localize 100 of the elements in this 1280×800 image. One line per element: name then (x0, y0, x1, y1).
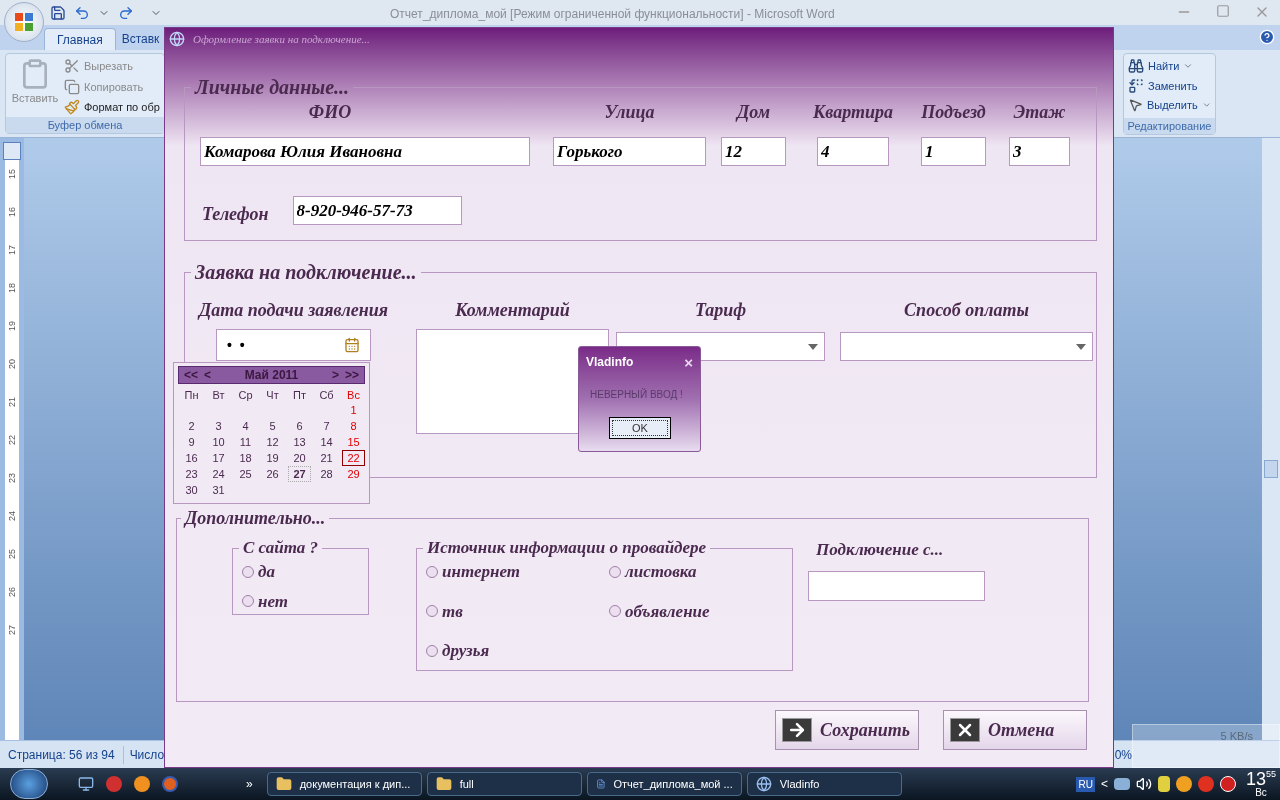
phone-field[interactable]: 8-920-946-57-73 (292, 196, 462, 225)
text-field[interactable]: 4 (817, 137, 889, 166)
scroll-thumb[interactable] (1264, 460, 1278, 478)
calendar-day[interactable]: 1 (342, 402, 365, 418)
calendar-day[interactable]: 11 (234, 434, 257, 450)
payment-dropdown[interactable] (840, 332, 1093, 361)
show-hidden-icons-button[interactable]: < (1100, 775, 1108, 793)
save-icon[interactable] (50, 4, 66, 21)
tray-icon[interactable] (1157, 776, 1170, 792)
calendar-day[interactable]: 4 (234, 418, 257, 434)
office-logo-icon (14, 12, 34, 32)
text-field[interactable] (808, 570, 985, 601)
field-label: Телефон (202, 203, 269, 226)
radio-label: да (258, 561, 275, 583)
radio-button[interactable] (242, 565, 254, 578)
dropdown-arrow-icon (1076, 343, 1086, 350)
calendar-day[interactable]: 12 (261, 434, 284, 450)
dropdown-arrow-icon (808, 343, 818, 350)
text-field[interactable]: 3 (1009, 137, 1070, 166)
desktop-icon[interactable] (78, 776, 94, 792)
cancel-button[interactable]: Отмена (943, 710, 1087, 750)
language-indicator[interactable]: RU (1076, 776, 1095, 792)
ruler-toggle-icon[interactable] (3, 142, 21, 160)
save-button[interactable]: Сохранить (775, 710, 919, 750)
calendar-day[interactable]: 6 (288, 418, 311, 434)
start-button[interactable] (10, 769, 48, 799)
text-field[interactable]: 12 (721, 137, 786, 166)
calendar-day[interactable]: 5 (261, 418, 284, 434)
scrollbar[interactable] (1262, 138, 1280, 740)
calendar-day[interactable]: 7 (315, 418, 338, 434)
radio-button[interactable] (609, 605, 621, 618)
date-field[interactable]: • • (216, 329, 371, 361)
taskbar-button[interactable]: full (426, 772, 582, 796)
weekday-label: Чт (265, 388, 280, 402)
radio-button[interactable] (242, 595, 254, 608)
taskbar-button[interactable]: Vladinfo (746, 772, 902, 796)
radio-button[interactable] (426, 644, 438, 657)
ribbon-button[interactable]: Формат по обр (64, 99, 160, 116)
calendar-day[interactable]: 30 (180, 482, 203, 498)
calendar-day[interactable]: 25 (234, 466, 257, 482)
ribbon-button[interactable]: Найти (1128, 58, 1211, 75)
tray-icon[interactable] (1219, 776, 1236, 792)
calendar-day[interactable]: 18 (234, 450, 257, 466)
help-icon[interactable] (1259, 29, 1275, 45)
calendar-day[interactable]: 9 (180, 434, 203, 450)
calendar-day[interactable]: 27 (288, 466, 311, 482)
text-field[interactable]: Комарова Юлия Ивановна (200, 137, 530, 166)
transfer-speed: 5 KB/s (1220, 729, 1253, 744)
taskbar-button[interactable]: Отчет_диплома_мой ... (586, 772, 742, 796)
field-label: Дата подачи заявления (198, 299, 389, 319)
close-button[interactable]: × (684, 354, 693, 370)
calendar-day[interactable]: 28 (315, 466, 338, 482)
calendar-day[interactable]: 3 (207, 418, 230, 434)
page-status[interactable]: Страница: 56 из 94 (8, 745, 124, 764)
text-field[interactable]: Горького (553, 137, 706, 166)
calendar-day[interactable]: 2 (180, 418, 203, 434)
calendar-day[interactable]: 17 (207, 450, 230, 466)
text-field[interactable]: 1 (921, 137, 986, 166)
calendar-day[interactable]: 24 (207, 466, 230, 482)
radio-button[interactable] (609, 565, 621, 578)
calendar-day[interactable]: 16 (180, 450, 203, 466)
field-label: Тариф (694, 299, 747, 319)
undo-icon[interactable] (74, 4, 90, 21)
calendar-icon[interactable] (344, 337, 360, 353)
radio-button[interactable] (426, 605, 438, 618)
calendar-day[interactable]: 29 (342, 466, 365, 482)
calendar-day[interactable]: 19 (261, 450, 284, 466)
calendar-day[interactable]: 14 (315, 434, 338, 450)
calendar-day[interactable]: 21 (315, 450, 338, 466)
overflow-button[interactable]: » (246, 775, 253, 793)
ribbon-button[interactable]: Выделить (1128, 97, 1211, 114)
calendar-day[interactable]: 31 (207, 482, 230, 498)
ribbon-button[interactable]: Заменить (1128, 77, 1211, 94)
redo-icon[interactable] (118, 4, 134, 21)
zoom-level: 0% (1114, 746, 1132, 764)
tray-icon[interactable] (1175, 776, 1192, 792)
calendar-day[interactable]: 20 (288, 450, 311, 466)
ribbon-tab[interactable]: Вставк (118, 28, 160, 50)
weekday-label: Вс (346, 388, 361, 402)
calendar-day[interactable]: 13 (288, 434, 311, 450)
ruler-number: 18 (6, 283, 18, 293)
calendar-day[interactable]: 23 (180, 466, 203, 482)
group-title: Источник информации о провайдере (426, 537, 708, 559)
field-label: Квартира (813, 101, 893, 121)
radio-button[interactable] (426, 565, 438, 578)
calendar-day[interactable]: 8 (342, 418, 365, 434)
calendar-day[interactable]: 15 (342, 434, 365, 450)
calendar-day[interactable]: 10 (207, 434, 230, 450)
calendar-day[interactable]: 22 (342, 450, 365, 466)
binoculars-icon (1128, 58, 1144, 75)
ruler-number: 16 (6, 207, 18, 217)
ribbon-tab[interactable]: Главная (44, 28, 116, 50)
restore-icon[interactable] (1216, 4, 1230, 18)
ok-button[interactable]: OK (609, 417, 671, 439)
volume-icon[interactable] (1135, 776, 1152, 792)
office-button[interactable] (4, 2, 44, 42)
network-icon[interactable] (1113, 778, 1130, 790)
calendar-day[interactable]: 26 (261, 466, 284, 482)
word-count-status[interactable]: Число (129, 745, 165, 764)
taskbar-button[interactable]: документация к дип... (266, 772, 422, 796)
